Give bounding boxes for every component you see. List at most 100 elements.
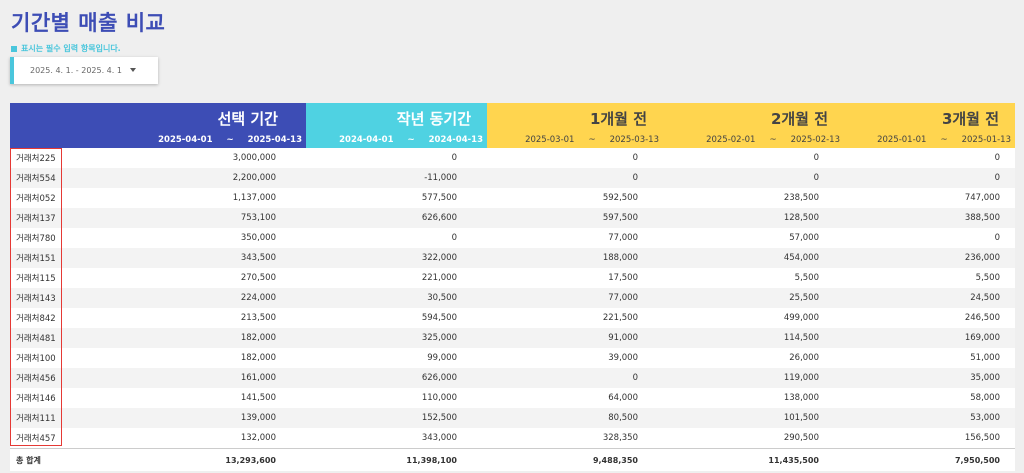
sales-value: 7,950,500 [954,455,1000,465]
sales-value: 454,000 [783,253,819,263]
sales-value: 138,000 [783,393,819,403]
date-separator: ~ [940,135,948,145]
header-selected-period[interactable]: 선택 기간 2025-04-01 ~ 2025-04-13 [10,103,306,148]
sales-comparison-table: 선택 기간 2025-04-01 ~ 2025-04-13 작년 동기간 202… [10,103,1015,471]
sales-value: 11,435,500 [768,455,819,465]
customer-name: 거래처111 [16,414,56,424]
date-separator: ~ [407,135,415,145]
sales-value: 290,500 [783,433,819,443]
header-date-range: 2024-04-01 ~ 2024-04-13 [339,135,483,145]
table-row[interactable]: 거래처052 1,137,000 577,500 592,500 238,500 747,… [10,188,1015,208]
end-date: 2025-03-13 [609,135,659,145]
sales-value: 0 [994,173,1000,183]
end-date: 2025-01-13 [961,135,1011,145]
sales-value: 53,000 [970,413,1000,423]
required-marker-icon [11,45,17,52]
table-row[interactable]: 거래처143 224,000 30,500 77,000 25,500 24,500 [10,288,1015,308]
sales-value: 0 [451,153,457,163]
sales-value: 0 [632,373,638,383]
customer-name: 거래처842 [16,314,56,324]
table-row[interactable]: 거래처225 3,000,000 0 0 0 0 [10,148,1015,168]
table-row[interactable]: 거래처146 141,500 110,000 64,000 138,000 58,000 [10,388,1015,408]
sales-value: 238,500 [783,193,819,203]
date-separator: ~ [769,135,777,145]
header-date-range: 2025-04-01 ~ 2025-04-13 [158,135,302,145]
table-row[interactable]: 거래처111 139,000 152,500 80,500 101,500 53,000 [10,408,1015,428]
start-date: 2024-04-01 [339,135,394,145]
sales-value: 11,398,100 [406,455,457,465]
header-title: 1개월 전 [589,110,647,128]
header-3-months-ago[interactable]: 3개월 전 2025-01-01 ~ 2025-01-13 [844,103,1015,148]
sales-value: 161,000 [240,373,276,383]
sales-value: 325,000 [421,333,457,343]
sales-value: 77,000 [608,233,638,243]
header-date-range: 2025-03-01 ~ 2025-03-13 [525,135,659,145]
sales-value: 322,000 [421,253,457,263]
sales-value: 328,350 [602,433,638,443]
sales-value: 343,500 [240,253,276,263]
table-row[interactable]: 거래처457 132,000 343,000 328,350 290,500 156,50… [10,428,1015,448]
sales-value: 236,000 [964,253,1000,263]
end-date: 2025-02-13 [790,135,840,145]
customer-name: 거래처225 [16,154,56,164]
sales-value: 499,000 [783,313,819,323]
end-date: 2024-04-13 [428,135,483,145]
sales-value: 592,500 [602,193,638,203]
date-range-value: 2025. 4. 1. - 2025. 4. 1 [30,66,122,75]
table-row[interactable]: 거래처842 213,500 594,500 221,500 499,000 246,50… [10,308,1015,328]
sales-value: 0 [813,153,819,163]
sales-value: 152,500 [421,413,457,423]
start-date: 2025-01-01 [877,135,927,145]
dropdown-arrow-icon [130,68,136,72]
sales-value: 39,000 [608,353,638,363]
required-note-text: 표시는 필수 입력 항목입니다. [21,44,121,53]
sales-value: 0 [994,153,1000,163]
sales-value: 270,500 [240,273,276,283]
sales-value: 1,137,000 [232,193,276,203]
sales-value: 753,100 [240,213,276,223]
table-row[interactable]: 거래처137 753,100 626,600 597,500 128,500 388,50… [10,208,1015,228]
header-title: 작년 동기간 [396,110,471,128]
sales-value: 221,500 [602,313,638,323]
sales-value: 350,000 [240,233,276,243]
customer-name: 거래처100 [16,354,56,364]
sales-value: 156,500 [964,433,1000,443]
customer-name: 거래처137 [16,214,56,224]
header-last-year[interactable]: 작년 동기간 2024-04-01 ~ 2024-04-13 [306,103,487,148]
sales-value: 224,000 [240,293,276,303]
sales-value: 747,000 [964,193,1000,203]
date-separator: ~ [588,135,596,145]
sales-value: 110,000 [421,393,457,403]
sales-value: 182,000 [240,353,276,363]
table-row[interactable]: 거래처481 182,000 325,000 91,000 114,500 169,000 [10,328,1015,348]
table-row[interactable]: 거래처100 182,000 99,000 39,000 26,000 51,000 [10,348,1015,368]
sales-value: 0 [632,153,638,163]
sales-value: 132,000 [240,433,276,443]
table-body: 거래처225 3,000,000 0 0 0 0 거래처554 2,200,000 -11,00… [10,148,1015,471]
start-date: 2025-04-01 [158,135,213,145]
header-1-month-ago[interactable]: 1개월 전 2025-03-01 ~ 2025-03-13 [487,103,663,148]
table-row[interactable]: 거래처780 350,000 0 77,000 57,000 0 [10,228,1015,248]
header-title: 3개월 전 [941,110,999,128]
header-2-months-ago[interactable]: 2개월 전 2025-02-01 ~ 2025-02-13 [663,103,844,148]
sales-value: 141,500 [240,393,276,403]
sales-value: 119,000 [783,373,819,383]
table-row[interactable]: 거래처554 2,200,000 -11,000 0 0 0 [10,168,1015,188]
table-row[interactable]: 거래처115 270,500 221,000 17,500 5,500 5,500 [10,268,1015,288]
sales-value: 99,000 [427,353,457,363]
sales-value: 24,500 [970,293,1000,303]
sales-value: 626,000 [421,373,457,383]
total-row[interactable]: 총 합계 13,293,600 11,398,100 9,488,350 11,435,… [10,448,1015,471]
sales-value: 80,500 [608,413,638,423]
sales-value: -11,000 [424,173,457,183]
sales-value: 577,500 [421,193,457,203]
date-range-picker[interactable]: 2025. 4. 1. - 2025. 4. 1 [10,57,158,84]
sales-value: 114,500 [783,333,819,343]
table-row[interactable]: 거래처456 161,000 626,000 0 119,000 35,000 [10,368,1015,388]
table-row[interactable]: 거래처151 343,500 322,000 188,000 454,000 236,00… [10,248,1015,268]
customer-name: 거래처115 [16,274,56,284]
start-date: 2025-02-01 [706,135,756,145]
sales-value: 139,000 [240,413,276,423]
sales-value: 5,500 [794,273,819,283]
sales-value: 626,600 [421,213,457,223]
